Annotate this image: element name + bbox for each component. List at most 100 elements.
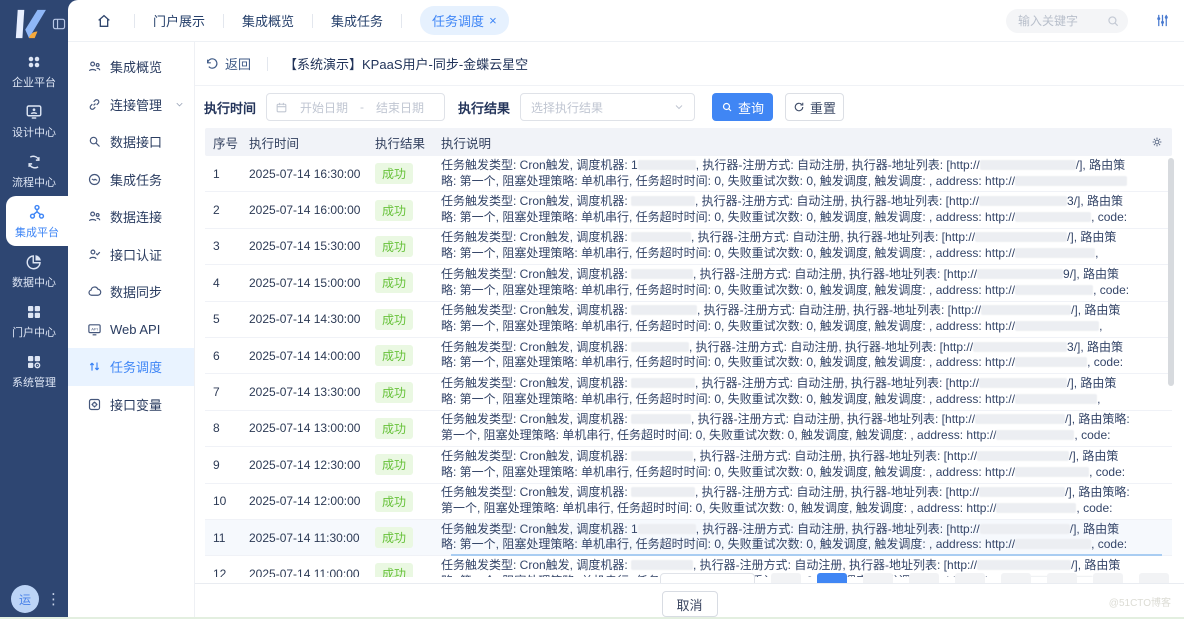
status-badge-success: 成功 [375,382,413,403]
redacted-text [1015,248,1095,258]
search-input[interactable] [1018,14,1106,28]
cell-seq: 6 [205,349,249,363]
sidebar-item-api-auth[interactable]: 接口认证 [68,236,194,274]
sidebar-item-interface-variable[interactable]: 接口变量 [68,386,194,424]
probe-icon [87,134,102,149]
search-button-label: 查询 [738,98,764,117]
calendar-icon [275,101,288,114]
rail-item-process[interactable]: 流程中心 [0,146,68,196]
start-date-placeholder: 开始日期 [288,99,360,116]
table-row[interactable]: 52025-07-14 14:30:00成功任务触发类型: Cron触发, 调度… [205,302,1172,338]
sidebar-item-integration-task[interactable]: 集成任务 [68,161,194,199]
topbar-tab-active[interactable]: 任务调度× [420,6,509,35]
exec-result-select[interactable]: 选择执行结果 [520,93,695,121]
cell-seq: 2 [205,203,249,217]
sidebar-item-label: 数据接口 [110,132,162,151]
grid4-icon [25,303,43,321]
filter-row: 执行时间 开始日期 - 结束日期 执行结果 选择执行结果 [195,86,1184,128]
cloud-icon [87,284,102,299]
redacted-text [631,196,695,206]
cell-desc: 任务触发类型: Cron触发, 调度机器: 1, 执行器-注册方式: 自动注册,… [441,158,1172,190]
table-row[interactable]: 92025-07-14 12:30:00成功任务触发类型: Cron触发, 调度… [205,447,1172,483]
topbar-tab[interactable]: 门户展示 [153,11,205,30]
cell-result: 成功 [375,163,441,184]
exec-description: 任务触发类型: Cron触发, 调度机器: , 执行器-注册方式: 自动注册, … [441,449,1130,481]
chevron-down-icon [174,99,185,110]
sidebar-item-task-schedule[interactable]: 任务调度 [68,348,194,386]
table-row[interactable]: 102025-07-14 12:00:00成功任务触发类型: Cron触发, 调… [205,484,1172,520]
table-row[interactable]: 32025-07-14 15:30:00成功任务触发类型: Cron触发, 调度… [205,229,1172,265]
back-button[interactable]: 返回 [205,54,251,73]
home-icon[interactable] [96,13,112,29]
network-people-icon [87,209,102,224]
sidebar-item-connection-mgmt[interactable]: 连接管理 [68,86,194,124]
exec-description: 任务触发类型: Cron触发, 调度机器: , 执行器-注册方式: 自动注册, … [441,376,1130,408]
table-row[interactable]: 12025-07-14 16:30:00成功任务触发类型: Cron触发, 调度… [205,156,1172,192]
avatar[interactable]: 运 [11,585,39,613]
rail-item-design[interactable]: 设计中心 [0,96,68,146]
topbar-tab[interactable]: 集成概览 [242,11,294,30]
reset-button[interactable]: 重置 [785,93,844,121]
table-settings-gear-icon[interactable] [1150,135,1164,149]
close-tab-icon[interactable]: × [489,16,497,26]
global-search [1006,9,1128,33]
org-nodes-icon [28,203,46,221]
tab-separator [312,14,313,28]
pie-icon [25,253,43,271]
rail-item-data[interactable]: 数据中心 [0,246,68,296]
more-menu-icon[interactable]: ⋮ [46,590,61,608]
redacted-text [1015,176,1127,186]
redacted-text [977,560,1071,570]
cell-result: 成功 [375,454,441,475]
cell-time: 2025-07-14 13:30:00 [249,385,375,399]
redacted-text [977,451,1069,461]
table-row[interactable]: 82025-07-14 13:00:00成功任务触发类型: Cron触发, 调度… [205,411,1172,447]
table-header: 序号 执行时间 执行结果 执行说明 [205,128,1172,156]
filter-sliders-icon[interactable] [1155,13,1170,28]
status-badge-success: 成功 [375,454,413,475]
table-row[interactable]: 72025-07-14 13:30:00成功 任务触发类型: Cron触发, 调度… [205,374,1172,410]
rail-item-integration[interactable]: 集成平台 [6,196,68,246]
monitor-person-icon [25,103,43,121]
cell-result: 成功 [375,491,441,512]
status-badge-success: 成功 [375,418,413,439]
primary-sidebar: 企业平台设计中心流程中心集成平台数据中心门户中心系统管理 运 ⋮ [0,0,68,619]
redacted-text [631,560,693,570]
search-icon[interactable] [1106,14,1120,28]
table-row[interactable]: 62025-07-14 14:00:00成功任务触发类型: Cron触发, 调度… [205,338,1172,374]
sidebar-item-integration-overview[interactable]: 集成概览 [68,48,194,86]
collapse-sidebar-icon[interactable] [52,17,66,31]
exec-description: 任务触发类型: Cron触发, 调度机器: , 执行器-注册方式: 自动注册, … [441,267,1130,299]
redacted-text [631,414,691,424]
table-row[interactable]: 112025-07-14 11:30:00成功任务触发类型: Cron触发, 调… [205,520,1172,556]
cancel-button[interactable]: 取消 [662,591,718,617]
sidebar-item-data-connection[interactable]: 数据连接 [68,198,194,236]
table-row[interactable]: 22025-07-14 16:00:00成功任务触发类型: Cron触发, 调度… [205,192,1172,228]
secondary-sidebar: 集成概览连接管理数据接口集成任务数据连接接口认证数据同步APIWeb API任务… [68,42,195,619]
rail-item-system[interactable]: 系统管理 [0,346,68,396]
rail-item-enterprise[interactable]: 企业平台 [0,46,68,96]
date-range-picker[interactable]: 开始日期 - 结束日期 [266,93,445,121]
topbar-tab[interactable]: 集成任务 [331,11,383,30]
cell-desc: 任务触发类型: Cron触发, 调度机器: , 执行器-注册方式: 自动注册, … [441,267,1172,299]
sidebar-item-data-interface[interactable]: 数据接口 [68,123,194,161]
cell-time: 2025-07-14 13:00:00 [249,421,375,435]
cell-seq: 12 [205,567,249,577]
vertical-scrollbar[interactable] [1168,158,1174,386]
sidebar-item-web-api[interactable]: APIWeb API [68,311,194,349]
sidebar-item-data-sync[interactable]: 数据同步 [68,273,194,311]
redacted-text [631,342,689,352]
table-row[interactable]: 42025-07-14 15:00:00成功任务触发类型: Cron触发, 调度… [205,265,1172,301]
topbar: 门户展示 集成概览 集成任务 任务调度× [68,0,1184,42]
cell-result: 成功 [375,527,441,548]
sidebar-item-label: 连接管理 [110,95,162,114]
cell-seq: 7 [205,385,249,399]
rail-item-portal[interactable]: 门户中心 [0,296,68,346]
cell-result: 成功 [375,345,441,366]
search-button[interactable]: 查询 [712,93,773,121]
cell-time: 2025-07-14 12:30:00 [249,458,375,472]
rail-item-label: 数据中心 [12,274,56,290]
exec-result-label: 执行结果 [458,98,510,117]
topbar-tabs: 门户展示 集成概览 集成任务 任务调度× [116,6,509,35]
status-badge-success: 成功 [375,563,413,577]
